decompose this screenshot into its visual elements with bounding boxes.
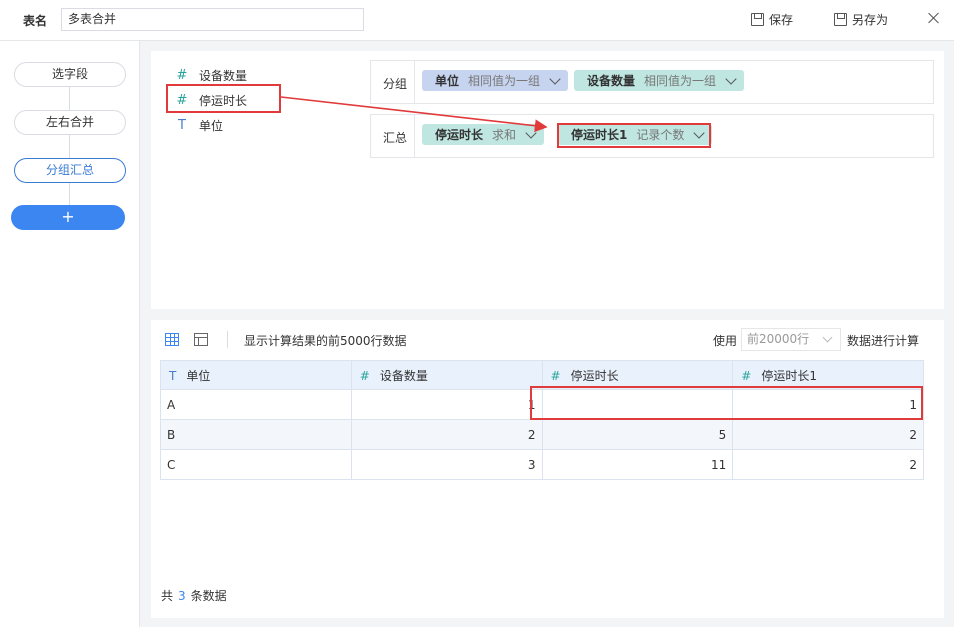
- table-name-input[interactable]: 多表合并: [61, 8, 364, 31]
- close-icon[interactable]: [926, 10, 942, 26]
- save-icon: [751, 13, 764, 26]
- table-cell: 2: [732, 419, 924, 450]
- field-name: 单位: [199, 119, 224, 133]
- table-cell: 2: [350, 419, 543, 450]
- use-label: 使用: [713, 334, 738, 348]
- number-type-icon: #: [359, 368, 370, 383]
- table-cell: 1: [350, 389, 543, 420]
- row-count-suffix: 条数据: [190, 589, 227, 603]
- grid-view-icon[interactable]: [165, 333, 179, 346]
- row-count-prefix: 共: [161, 589, 174, 603]
- text-type-icon: T: [169, 368, 177, 383]
- column-name: 设备数量: [379, 368, 428, 383]
- summary-label: 汇总: [383, 131, 408, 145]
- table-cell: B: [160, 419, 352, 450]
- save-button[interactable]: 保存: [751, 11, 793, 28]
- column-name: 单位: [186, 368, 211, 383]
- chevron-down-icon: [822, 332, 833, 343]
- top-bar: 表名 多表合并 保存 另存为: [0, 0, 954, 41]
- table-cell: 2: [732, 449, 924, 480]
- table-name-label: 表名: [23, 14, 48, 28]
- row-count-value: 3: [178, 589, 186, 603]
- add-step-button[interactable]: +: [11, 205, 125, 230]
- step-select-fields[interactable]: 选字段: [14, 62, 126, 87]
- group-dropzone[interactable]: 分组 单位 相同值为一组 设备数量 相同值为一组: [370, 60, 934, 104]
- calc-suffix: 数据进行计算: [847, 334, 920, 348]
- chevron-down-icon[interactable]: [725, 72, 737, 85]
- annotation-box-field: [166, 84, 281, 113]
- table-cell: A: [160, 389, 352, 420]
- column-name: 停运时长1: [761, 368, 817, 383]
- field-item[interactable]: T 单位: [175, 117, 223, 134]
- chevron-down-icon[interactable]: [525, 126, 537, 139]
- steps-connector: [69, 85, 70, 205]
- result-table: T 单位 # 设备数量 # 停运时长 # 停运时长1 A 1 1 B 2 5 2 C 3: [160, 360, 924, 480]
- group-pill-device-count[interactable]: 设备数量 相同值为一组: [574, 70, 745, 91]
- layout-view-icon[interactable]: [194, 333, 208, 346]
- preview-info: 显示计算结果的前5000行数据: [244, 334, 407, 348]
- text-type-icon: T: [178, 118, 186, 133]
- table-cell: 11: [541, 449, 734, 480]
- save-label: 保存: [769, 13, 794, 27]
- field-name: 设备数量: [199, 69, 248, 83]
- save-as-icon: [834, 13, 847, 26]
- pill-operation: 相同值为一组: [644, 74, 717, 88]
- data-preview-panel: 显示计算结果的前5000行数据 使用 前20000行 数据进行计算 T 单位 # 设…: [151, 320, 944, 618]
- divider: [414, 61, 415, 103]
- table-cell: 3: [350, 449, 543, 480]
- annotation-box-pill: [557, 123, 711, 148]
- pill-operation: 相同值为一组: [468, 74, 541, 88]
- column-header[interactable]: T 单位: [160, 360, 352, 390]
- pill-name: 单位: [435, 74, 460, 88]
- row-limit-select[interactable]: 前20000行: [741, 328, 841, 351]
- group-label: 分组: [383, 77, 408, 91]
- save-as-button[interactable]: 另存为: [834, 11, 888, 28]
- table-row: C 3 11 2: [160, 449, 924, 480]
- column-header[interactable]: # 设备数量: [350, 360, 543, 390]
- divider: [414, 115, 415, 157]
- pill-operation: 求和: [492, 128, 517, 142]
- number-type-icon: #: [550, 368, 561, 383]
- number-type-icon: #: [176, 68, 188, 83]
- steps-pane: 选字段 左右合并 分组汇总 +: [0, 41, 140, 627]
- table-row: B 2 5 2: [160, 419, 924, 450]
- field-item[interactable]: # 设备数量: [175, 67, 247, 84]
- pill-name: 停运时长: [435, 128, 484, 142]
- annotation-box-cells: [530, 386, 923, 420]
- table-cell: 5: [541, 419, 734, 450]
- divider: [227, 331, 228, 348]
- table-cell: C: [160, 449, 352, 480]
- group-pill-unit[interactable]: 单位 相同值为一组: [422, 70, 569, 91]
- chevron-down-icon[interactable]: [549, 72, 561, 85]
- column-name: 停运时长: [570, 368, 619, 383]
- save-as-label: 另存为: [852, 13, 889, 27]
- summary-pill-downtime[interactable]: 停运时长 求和: [422, 124, 545, 145]
- row-limit-value: 前20000行: [747, 332, 810, 346]
- pill-name: 设备数量: [587, 74, 636, 88]
- step-group-summary[interactable]: 分组汇总: [14, 158, 126, 183]
- number-type-icon: #: [741, 368, 752, 383]
- step-lr-merge[interactable]: 左右合并: [14, 110, 126, 135]
- row-count: 共 3 条数据: [161, 587, 227, 604]
